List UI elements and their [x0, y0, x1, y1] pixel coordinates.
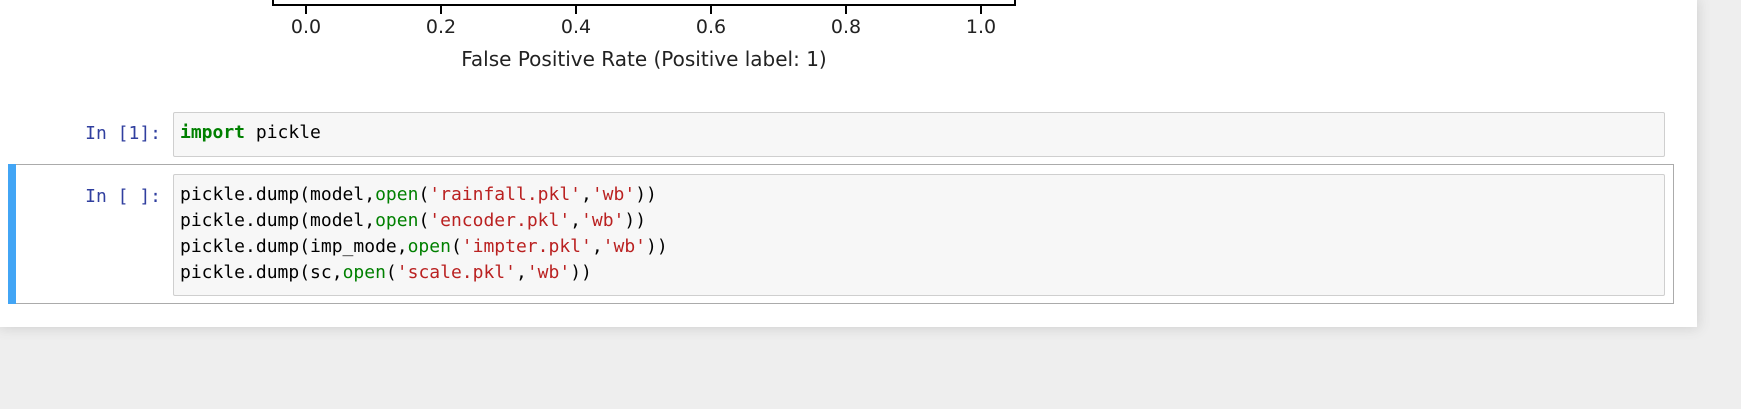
string-token: 'wb': [602, 236, 647, 257]
code-token: ,: [515, 262, 527, 283]
code-cell-2[interactable]: In [ ]: pickle.dump(model,open('rainfall…: [8, 164, 1674, 304]
x-tick-mark: [305, 6, 307, 14]
x-tick-mark: [845, 6, 847, 14]
x-axis-label: False Positive Rate (Positive label: 1): [461, 47, 827, 71]
x-tick-label: 0.4: [560, 16, 592, 38]
string-token: 'scale.pkl': [396, 262, 516, 283]
code-cell-1[interactable]: In [1]: import pickle: [8, 108, 1674, 158]
code-token: pickle: [245, 122, 321, 143]
x-tick-mark: [440, 6, 442, 14]
code-token: (: [450, 236, 462, 257]
code-token: pickle.dump(model,: [180, 184, 376, 205]
code-line: pickle.dump(model,open('encoder.pkl','wb…: [180, 208, 1658, 234]
code-token: pickle.dump(imp_mode,: [180, 236, 408, 257]
string-token: 'wb': [581, 210, 625, 231]
builtin-token: open: [375, 184, 419, 205]
code-line: pickle.dump(sc,open('scale.pkl','wb')): [180, 260, 1658, 286]
code-token: (: [385, 262, 397, 283]
code-token: )): [624, 210, 647, 231]
x-tick-mark: [575, 6, 577, 14]
code-token: )): [570, 262, 592, 283]
code-token: pickle.dump(sc,: [180, 262, 343, 283]
builtin-token: open: [342, 262, 386, 283]
code-token: ,: [581, 184, 592, 205]
builtin-token: open: [407, 236, 451, 257]
code-token: (: [418, 184, 430, 205]
code-line: import pickle: [180, 120, 1658, 146]
cell-prompt: In [1]:: [85, 123, 161, 144]
string-token: 'impter.pkl': [461, 236, 592, 257]
x-tick-label: 0.2: [425, 16, 457, 38]
code-line: pickle.dump(imp_mode,open('impter.pkl','…: [180, 234, 1658, 260]
cell-prompt: In [ ]:: [85, 186, 161, 207]
code-token: ,: [570, 210, 582, 231]
code-token: )): [635, 184, 657, 205]
x-tick-label: 1.0: [965, 16, 997, 38]
x-tick-mark: [710, 6, 712, 14]
keyword-token: import: [180, 122, 246, 143]
code-token: )): [646, 236, 668, 257]
builtin-token: open: [375, 210, 419, 231]
code-editor[interactable]: pickle.dump(model,open('rainfall.pkl','w…: [173, 174, 1665, 296]
x-tick-label: 0.0: [290, 16, 322, 38]
string-token: 'wb': [591, 184, 636, 205]
notebook-container: 0.0 0.2 0.4 0.6 0.8 1.0 False Positive Rate (…: [0, 0, 1697, 327]
code-editor[interactable]: import pickle: [173, 112, 1665, 157]
x-tick-mark: [980, 6, 982, 14]
x-tick-label: 0.6: [695, 16, 727, 38]
code-token: pickle.dump(model,: [180, 210, 376, 231]
code-line: pickle.dump(model,open('rainfall.pkl','w…: [180, 182, 1658, 208]
x-tick-label: 0.8: [830, 16, 862, 38]
code-token: ,: [591, 236, 603, 257]
string-token: 'encoder.pkl': [429, 210, 571, 231]
string-token: 'wb': [526, 262, 571, 283]
code-token: (: [418, 210, 430, 231]
plot-frame: [272, 0, 1016, 6]
string-token: 'rainfall.pkl': [429, 184, 581, 205]
